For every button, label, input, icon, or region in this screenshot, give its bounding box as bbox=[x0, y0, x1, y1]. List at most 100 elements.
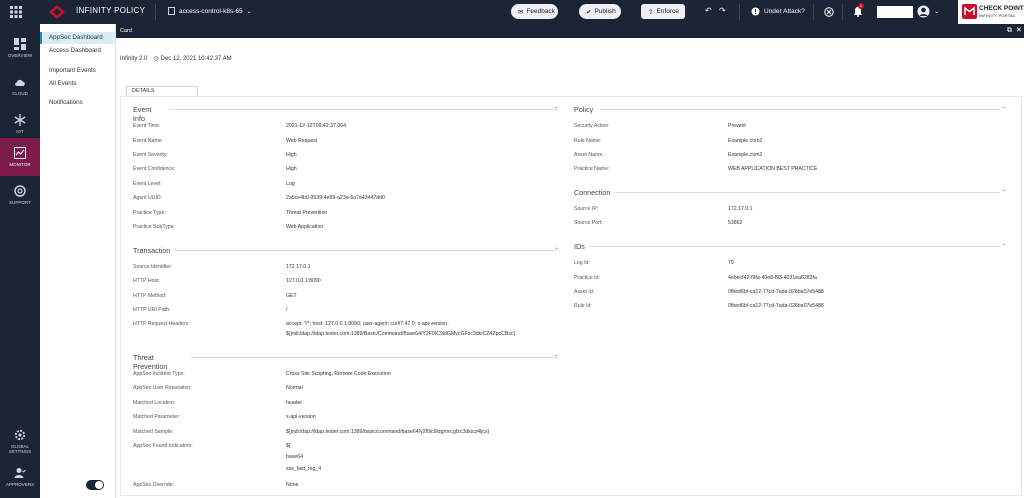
field-value: Example.com2 bbox=[728, 152, 763, 158]
field-value: High bbox=[286, 166, 297, 172]
http-request-headers-row: HTTP Request Headers: bbox=[133, 321, 190, 327]
under-attack-link[interactable]: Under Attack? bbox=[764, 8, 805, 15]
divider bbox=[590, 246, 1000, 247]
field-label: Practice SubType: bbox=[133, 224, 176, 230]
card-title: Card bbox=[120, 28, 132, 34]
field-label: Event Severity: bbox=[133, 152, 168, 158]
divider bbox=[739, 4, 740, 20]
subnav-access-dashboard[interactable]: Access Dashboard bbox=[40, 45, 116, 57]
section-title: Event Info bbox=[133, 105, 152, 123]
publish-button[interactable]: ✔ Publish bbox=[579, 4, 621, 19]
matched-parameter-row: Matched Parameter: bbox=[133, 414, 180, 420]
field-value: 172.17.0.1 bbox=[728, 206, 753, 212]
avatar-icon[interactable] bbox=[917, 5, 930, 18]
practice-name-row: Practice Name: bbox=[574, 166, 609, 172]
sidebar-collapse-toggle[interactable] bbox=[86, 480, 104, 490]
practice-subtype-row: Practice SubType: bbox=[133, 224, 175, 230]
source-port-row: Source Port: bbox=[574, 220, 603, 226]
details-panel bbox=[120, 96, 1022, 496]
field-label: AppSec Override: bbox=[133, 482, 174, 488]
collapse-icon[interactable]: ⌃ bbox=[554, 106, 559, 113]
field-label: Source IP: bbox=[574, 206, 599, 212]
nav-overview[interactable]: OVERVIEW bbox=[0, 29, 40, 67]
nav-global-settings[interactable]: GLOBAL SETTINGS bbox=[0, 419, 40, 463]
collapse-icon[interactable]: ⌃ bbox=[1001, 189, 1006, 196]
field-label: HTTP Request Headers: bbox=[133, 321, 190, 327]
divider bbox=[175, 250, 557, 251]
user-name-redacted bbox=[877, 6, 913, 18]
subnav-appsec-dashboard[interactable]: AppSec Dashboard bbox=[40, 32, 116, 44]
http-uri-path-row: HTTP URI Path: bbox=[133, 307, 170, 313]
event-source: Infinity 2.0 bbox=[120, 55, 148, 62]
field-label: Event Level: bbox=[133, 181, 162, 187]
brand-line2: INFINITY PORTAL bbox=[979, 13, 1016, 18]
field-label: Rule Name: bbox=[574, 138, 602, 144]
card-meta: Infinity 2.0 ◷ Dec 12, 2021 10:42:37 AM bbox=[120, 55, 232, 63]
field-label: HTTP Host: bbox=[133, 278, 160, 284]
field-label: Rule Id: bbox=[574, 303, 592, 309]
field-value: 2a5ce4b0-9539-4e99-a23a-6a7e43447dd0 bbox=[286, 195, 385, 201]
publish-label: Publish bbox=[594, 8, 616, 15]
subnav-important-events[interactable]: Important Events bbox=[40, 65, 116, 77]
field-label: HTTP URI Path: bbox=[133, 307, 171, 313]
matched-location-row: Matched Location: bbox=[133, 400, 175, 406]
nav-cloud[interactable]: CLOUD bbox=[0, 67, 40, 105]
field-label: Practice Name: bbox=[574, 166, 610, 172]
collapse-icon[interactable]: ⌃ bbox=[554, 247, 559, 254]
section-title: Policy bbox=[574, 105, 594, 114]
field-value: 53862 bbox=[728, 220, 743, 226]
nav-label: CLOUD bbox=[12, 91, 28, 96]
undo-icon[interactable]: ↶ bbox=[705, 6, 712, 15]
nav-label: APPROVERS bbox=[5, 482, 34, 487]
field-label: Source Port: bbox=[574, 220, 603, 226]
field-label: AppSec User Reputation: bbox=[133, 385, 192, 391]
expand-icon[interactable]: ⧉ bbox=[1007, 27, 1012, 35]
nav-label: MONITOR bbox=[9, 162, 31, 167]
field-value: Web Request bbox=[286, 138, 318, 144]
app-grid-icon[interactable] bbox=[10, 6, 22, 18]
field-value: Web Application bbox=[286, 224, 324, 230]
incident-type-row: AppSec Incident Type: bbox=[133, 371, 185, 377]
nav-support[interactable]: SUPPORT bbox=[0, 176, 40, 214]
monitor-icon bbox=[14, 147, 26, 159]
field-label: HTTP Method: bbox=[133, 293, 167, 299]
close-icon[interactable]: ✕ bbox=[1016, 27, 1022, 35]
practice-id-row: Practice Id: bbox=[574, 275, 600, 281]
infinity-logo-icon bbox=[49, 5, 65, 19]
chevron-down-icon[interactable]: ⌄ bbox=[934, 8, 939, 15]
alert-icon[interactable] bbox=[751, 7, 760, 16]
enforce-label: Enforce bbox=[656, 8, 679, 15]
asset-name-row: Asset Name: bbox=[574, 152, 604, 158]
check-point-brand: CHECK POINT INFINITY PORTAL bbox=[958, 0, 1024, 24]
field-label: Security Action: bbox=[574, 123, 610, 129]
redo-icon[interactable]: ↷ bbox=[719, 6, 726, 15]
context-selector[interactable]: access-control-k8s-65 ⌄ bbox=[168, 7, 252, 15]
divider bbox=[169, 109, 557, 110]
subnav-notifications[interactable]: Notifications bbox=[40, 97, 116, 109]
agent-uuid-row: Agent UUID: bbox=[133, 195, 162, 201]
source-ip-row: Source IP: bbox=[574, 206, 598, 212]
section-title: Threat Prevention bbox=[133, 353, 168, 371]
field-label: Asset Id: bbox=[574, 289, 595, 295]
field-label: Matched Location: bbox=[133, 400, 176, 406]
collapse-icon[interactable]: ⌃ bbox=[1001, 243, 1006, 250]
enforce-button[interactable]: ⇧ Enforce bbox=[641, 4, 685, 19]
subnav-all-events[interactable]: All Events bbox=[40, 78, 116, 90]
divider bbox=[842, 4, 843, 20]
divider bbox=[191, 357, 557, 358]
field-label: AppSec Found Indicators: bbox=[133, 443, 193, 449]
http-method-row: HTTP Method: bbox=[133, 293, 167, 299]
field-value: Threat Prevention bbox=[286, 210, 328, 216]
user-check-icon bbox=[14, 468, 26, 478]
feedback-button[interactable]: ✉ Feedback bbox=[511, 4, 558, 19]
nav-approvers[interactable]: APPROVERS bbox=[0, 458, 40, 496]
field-value: None bbox=[286, 482, 299, 488]
field-label: Practice Id: bbox=[574, 275, 600, 281]
collapse-icon[interactable]: ⌃ bbox=[554, 354, 559, 361]
nav-monitor[interactable]: MONITOR bbox=[0, 138, 40, 176]
event-card: Card ⧉ ✕ Infinity 2.0 ◷ Dec 12, 2021 10:… bbox=[116, 24, 1024, 498]
collapse-icon[interactable]: ⌃ bbox=[1001, 106, 1006, 113]
check-circle-icon: ✔ bbox=[586, 8, 592, 16]
field-label: Matched Sample: bbox=[133, 429, 174, 435]
close-circle-icon[interactable] bbox=[824, 7, 834, 17]
